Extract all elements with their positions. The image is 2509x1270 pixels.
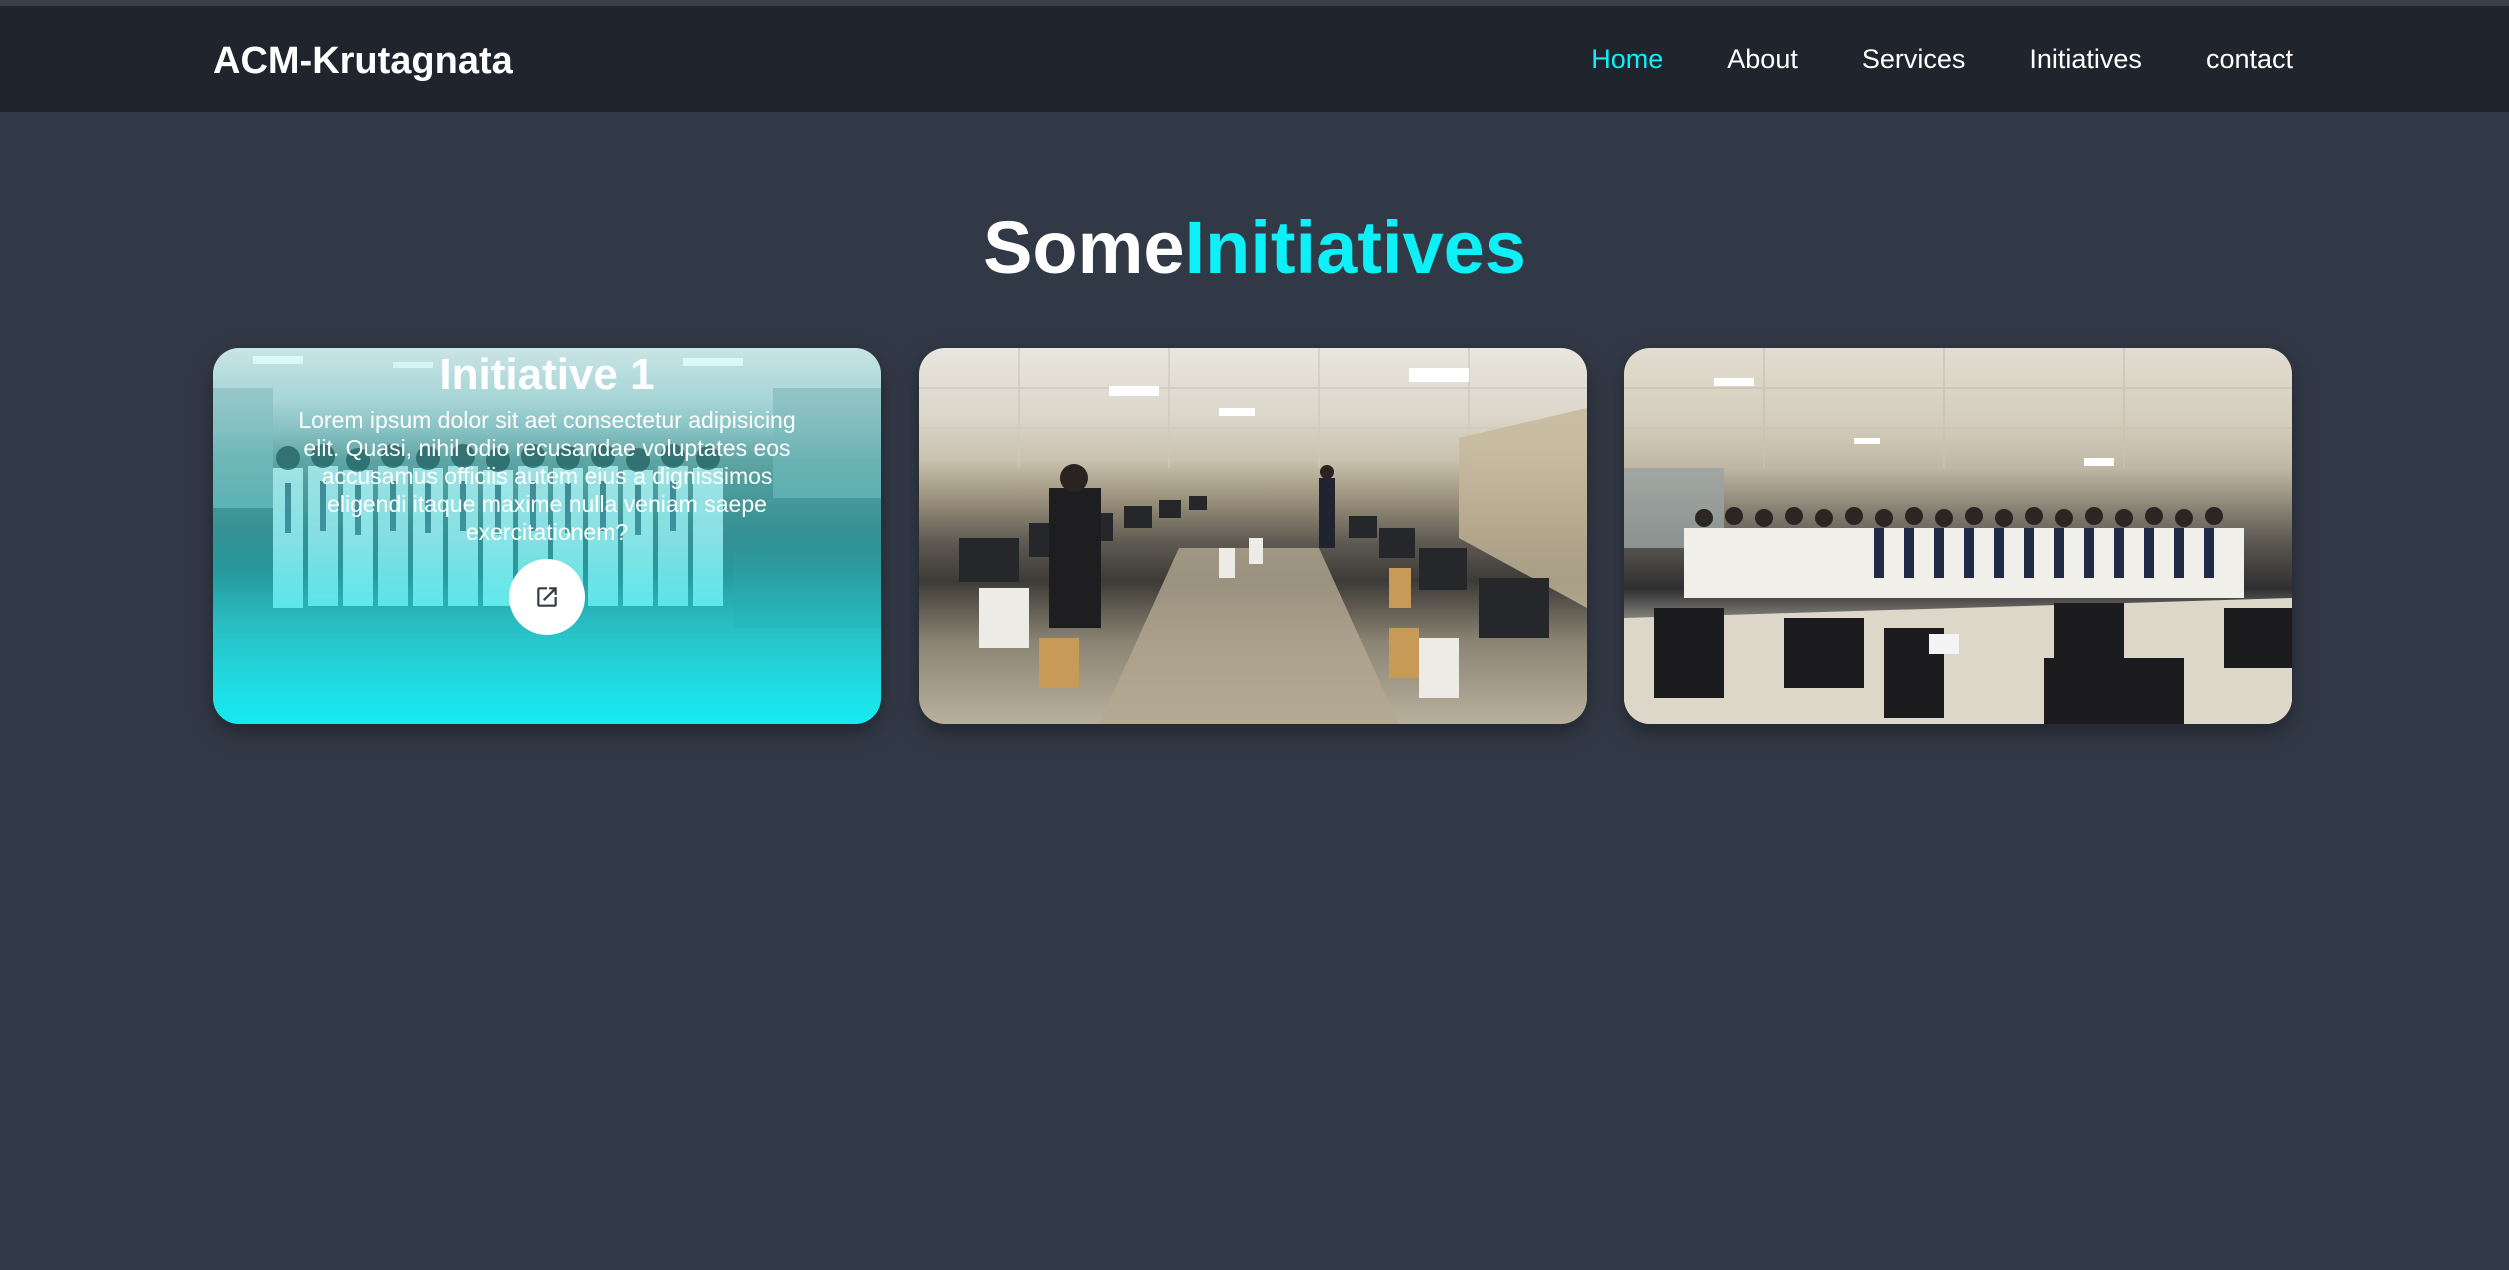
nav-contact[interactable]: contact	[2206, 44, 2293, 75]
initiative-photo-2	[919, 348, 1587, 724]
initiative-photo-3	[1624, 348, 2292, 724]
initiative-card-2[interactable]	[919, 348, 1587, 724]
section-heading: SomeInitiatives	[0, 205, 2509, 290]
site-logo[interactable]: ACM-Krutagnata	[213, 40, 513, 83]
nav-initiatives[interactable]: Initiatives	[2029, 44, 2142, 75]
card-description: Lorem ipsum dolor sit aet consectetur ad…	[298, 407, 796, 545]
initiative-card-1[interactable]: Initiative 1 Lorem ipsum dolor sit aet c…	[213, 348, 881, 724]
heading-part-initiatives: Initiatives	[1184, 206, 1526, 289]
card-title: Initiative 1	[439, 350, 655, 399]
nav-services[interactable]: Services	[1862, 44, 1966, 75]
initiative-card-3[interactable]	[1624, 348, 2292, 724]
photo-scene-3	[1624, 348, 2292, 724]
nav-about[interactable]: About	[1727, 44, 1798, 75]
heading-part-some: Some	[983, 206, 1185, 289]
card-link-button[interactable]	[509, 559, 585, 635]
external-link-icon	[537, 587, 557, 607]
site-header: ACM-Krutagnata Home About Services Initi…	[0, 6, 2509, 112]
nav-home[interactable]: Home	[1591, 44, 1663, 75]
photo-scene-2	[919, 348, 1587, 724]
main-nav: Home About Services Initiatives contact	[1527, 44, 2293, 75]
